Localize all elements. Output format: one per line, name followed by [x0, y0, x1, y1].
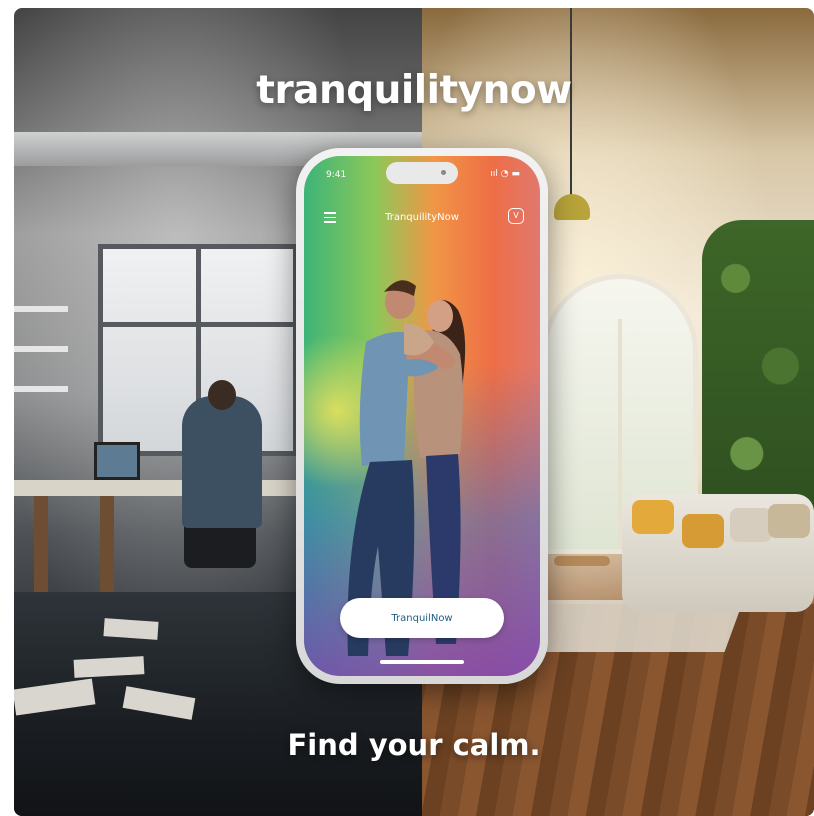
office-monitor	[94, 442, 140, 480]
tranquilnow-button[interactable]: TranquilNow	[340, 598, 504, 638]
side-table	[554, 556, 610, 566]
signal-wifi-battery-icon: ııl ◔ ▬	[490, 169, 520, 179]
status-time: 9:41	[326, 170, 347, 180]
office-shelves	[14, 306, 68, 416]
plant-wall	[702, 220, 814, 512]
poster: tranquilitynow 9:41 ııl ◔ ▬ TranquilityN…	[14, 8, 814, 816]
app-bar: TranquilityNow V	[304, 206, 540, 234]
sofa	[622, 494, 814, 612]
home-indicator[interactable]	[380, 660, 464, 664]
dynamic-island	[386, 162, 458, 184]
office-worker	[182, 380, 262, 528]
phone-screen: 9:41 ııl ◔ ▬ TranquilityNow V TranquilNo…	[304, 156, 540, 676]
app-title: TranquilityNow	[385, 212, 459, 223]
profile-icon[interactable]: V	[508, 208, 524, 224]
brand-title: tranquilitynow	[256, 68, 572, 113]
tagline: Find your calm.	[287, 728, 541, 762]
phone-mockup: 9:41 ııl ◔ ▬ TranquilityNow V TranquilNo…	[296, 148, 548, 684]
